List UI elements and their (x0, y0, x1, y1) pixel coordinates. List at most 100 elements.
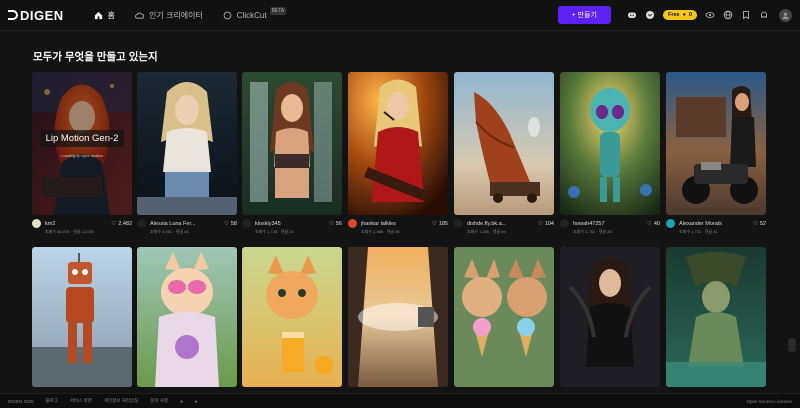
nav-item-label: ClickCut (236, 10, 267, 20)
card-image[interactable] (348, 72, 448, 215)
create-button[interactable]: + 만들기 (557, 6, 611, 24)
scroll-right-handle[interactable] (788, 338, 796, 352)
cloud-icon (135, 12, 145, 19)
footer-chat-icon[interactable]: ● (195, 399, 198, 404)
footer-discord-icon[interactable]: ● (180, 399, 183, 404)
card-meta: dishde.fly.bk.a... ♡ 104 조회수 1,280 · 댓글 6… (454, 219, 554, 239)
user-avatar[interactable] (779, 8, 792, 22)
card-image[interactable] (137, 72, 237, 215)
lip-motion-title: Lip Motion Gen-2 (39, 129, 125, 147)
like-button[interactable]: ♡ 104 (538, 221, 554, 227)
card-meta: km2 ♡ 2,482 조회수 46,078 · 댓글 12,078 (32, 219, 132, 239)
like-button[interactable]: ♡ 40 (647, 221, 660, 227)
author-name[interactable]: Alexander Morals (679, 221, 753, 227)
card-image[interactable] (666, 72, 766, 215)
card-image[interactable] (242, 72, 342, 215)
like-button[interactable]: ♡ 52 (753, 221, 766, 227)
card-image[interactable] (348, 247, 448, 387)
eye-icon[interactable] (705, 10, 715, 20)
gallery-card[interactable]: dishde.fly.bk.a... ♡ 104 조회수 1,280 · 댓글 6… (454, 72, 554, 239)
like-count: 58 (230, 220, 237, 227)
card-meta: Alessia Luna Fer... ♡ 58 조회수 4,951 · 댓글 4… (137, 219, 237, 239)
avatar[interactable] (560, 219, 569, 228)
like-button[interactable]: ♡ 56 (329, 221, 342, 227)
card-image[interactable] (454, 72, 554, 215)
gallery-card[interactable]: Lip Motion Gen-2 Loading lip sync motion… (32, 72, 132, 239)
globe-icon[interactable] (723, 10, 733, 20)
footer-brand: DIGEN 2025 (8, 398, 34, 404)
nav-item-clickcut[interactable]: ClickCut BETA (223, 7, 287, 20)
nav-item-label: 인기 크리에이터 (149, 10, 203, 20)
card-artwork (242, 72, 342, 215)
card-meta: jhankar lalkles ♡ 185 조회수 2,988 · 댓글 98 (348, 219, 448, 239)
logo[interactable]: DIGEN (8, 8, 64, 23)
like-count: 104 (544, 220, 554, 227)
gallery-card[interactable] (242, 247, 342, 387)
chat-icon[interactable] (645, 10, 655, 20)
bell-icon[interactable] (759, 10, 769, 20)
gallery-card[interactable] (348, 247, 448, 387)
author-name[interactable]: jhankar lalkles (361, 221, 432, 227)
footer-link-blog[interactable]: 블로그 (46, 398, 58, 404)
card-image[interactable] (242, 247, 342, 387)
avatar[interactable] (32, 219, 41, 228)
free-credits-badge[interactable]: Free ● 0 (662, 10, 697, 20)
like-count: 52 (759, 220, 766, 227)
like-button[interactable]: ♡ 58 (224, 221, 237, 227)
card-meta: howah47257 ♡ 40 조회수 1,761 · 댓글 28 (560, 219, 660, 239)
gallery-card[interactable] (560, 247, 660, 387)
footer-license-link[interactable]: Open Source Licenses (746, 399, 792, 404)
gallery-card[interactable] (454, 247, 554, 387)
gallery-card[interactable] (666, 247, 766, 387)
card-artwork (348, 247, 448, 387)
like-count: 185 (438, 220, 448, 227)
heart-icon: ♡ (431, 220, 437, 227)
create-button-label: + 만들기 (571, 12, 597, 19)
footer-link-contact[interactable]: 문의 사항 (150, 398, 168, 404)
heart-icon: ♡ (537, 220, 543, 227)
nav-item-creators[interactable]: 인기 크리에이터 (135, 10, 203, 21)
author-name[interactable]: Alessia Luna Fer... (150, 221, 224, 227)
gallery-card[interactable]: jhankar lalkles ♡ 185 조회수 2,988 · 댓글 98 (348, 72, 448, 239)
card-image[interactable] (560, 247, 660, 387)
card-image[interactable] (32, 247, 132, 387)
card-image[interactable] (560, 72, 660, 215)
card-image[interactable] (666, 247, 766, 387)
gallery-card[interactable]: Alexander Morals ♡ 52 조회수 1,731 · 댓글 41 (666, 72, 766, 239)
author-name[interactable]: howah47257 (573, 221, 647, 227)
gallery-card[interactable] (137, 247, 237, 387)
card-meta: Alexander Morals ♡ 52 조회수 1,731 · 댓글 41 (666, 219, 766, 239)
card-artwork (560, 247, 660, 387)
card-artwork (454, 247, 554, 387)
card-image[interactable] (454, 247, 554, 387)
card-stats: 조회수 1,731 · 댓글 41 (679, 229, 718, 234)
author-name[interactable]: km2 (45, 221, 111, 227)
card-image[interactable]: Lip Motion Gen-2 Loading lip sync motion (32, 72, 132, 215)
avatar[interactable] (348, 219, 357, 228)
like-button[interactable]: ♡ 185 (432, 221, 448, 227)
bookmark-icon[interactable] (741, 10, 751, 20)
gallery-card[interactable]: howah47257 ♡ 40 조회수 1,761 · 댓글 28 (560, 72, 660, 239)
avatar[interactable] (137, 219, 146, 228)
card-stats: 조회수 46,078 · 댓글 12,078 (45, 229, 94, 234)
avatar[interactable] (242, 219, 251, 228)
author-name[interactable]: kloskly345 (255, 221, 329, 227)
footer-link-privacy[interactable]: 개인정보 처리방침 (104, 398, 138, 404)
gallery-card[interactable]: kloskly345 ♡ 56 조회수 1,728 · 댓글 24 (242, 72, 342, 239)
author-name[interactable]: dishde.fly.bk.a... (467, 221, 538, 227)
nav-item-home[interactable]: 홈 (94, 10, 115, 21)
gallery-card[interactable] (32, 247, 132, 387)
like-button[interactable]: ♡ 2,482 (111, 221, 132, 227)
home-icon (94, 11, 102, 19)
avatar[interactable] (666, 219, 675, 228)
card-artwork (137, 247, 237, 387)
gallery-card[interactable]: Alessia Luna Fer... ♡ 58 조회수 4,951 · 댓글 4… (137, 72, 237, 239)
beta-badge: BETA (269, 7, 287, 15)
discord-icon[interactable] (627, 10, 637, 20)
card-image[interactable] (137, 247, 237, 387)
avatar[interactable] (454, 219, 463, 228)
lip-motion-overlay[interactable]: Lip Motion Gen-2 Loading lip sync motion (32, 72, 132, 215)
footer-link-terms[interactable]: 서비스 약관 (70, 398, 92, 404)
coin-icon: ● (682, 12, 686, 18)
card-meta: kloskly345 ♡ 56 조회수 1,728 · 댓글 24 (242, 219, 342, 239)
